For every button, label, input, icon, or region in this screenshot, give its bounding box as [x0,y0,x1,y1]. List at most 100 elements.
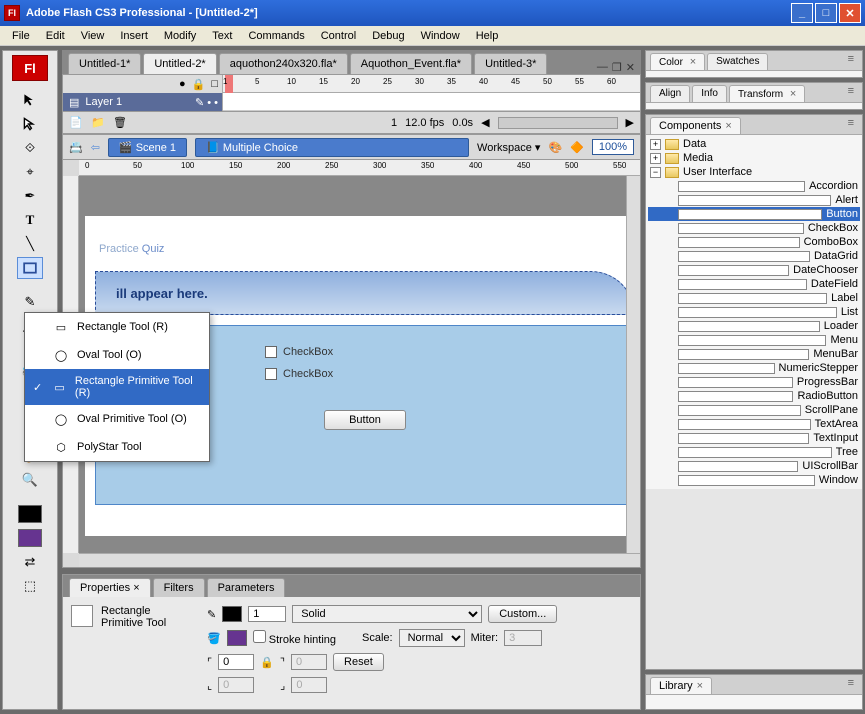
scene-select-icon[interactable]: 🎨 [548,141,562,154]
edit-icon[interactable]: 📇 [69,141,83,154]
component-item[interactable]: Menu [648,333,860,347]
lasso-tool[interactable]: ⌖ [17,161,43,183]
doc-tab[interactable]: Aquothon_Event.fla* [350,53,472,74]
panel-menu-icon[interactable]: ≡ [848,117,854,134]
close-tab-icon[interactable]: × [725,120,731,132]
panel-tab[interactable]: Align [650,85,690,102]
component-item[interactable]: Loader [648,319,860,333]
component-item[interactable]: MenuBar [648,347,860,361]
fill-color-well[interactable] [18,529,42,547]
stage-vscrollbar[interactable] [626,176,640,553]
frame-ruler[interactable]: 151015202530354045505560 [223,75,640,93]
minimize-button[interactable]: _ [791,3,813,23]
stroke-style-select[interactable]: Solid [292,605,482,623]
component-item[interactable]: ScrollPane [648,403,860,417]
stroke-swatch[interactable] [222,606,242,622]
component-item[interactable]: DateChooser [648,263,860,277]
props-tab-parameters[interactable]: Parameters [207,578,286,597]
new-layer-icon[interactable]: 📄 [69,116,83,130]
reset-button[interactable]: Reset [333,653,384,671]
menu-modify[interactable]: Modify [156,28,204,44]
zoom-tool[interactable]: 🔍 [17,469,43,491]
component-item[interactable]: Alert [648,193,860,207]
maximize-button[interactable]: □ [815,3,837,23]
flyout-item[interactable]: ⬡PolyStar Tool [25,433,209,461]
outline-icon[interactable]: □ [211,78,218,90]
miter-input[interactable] [504,630,542,646]
components-tab[interactable]: Components× [650,117,741,134]
menu-control[interactable]: Control [313,28,364,44]
panel-tab[interactable]: Swatches [707,53,768,70]
doc-tab[interactable]: aquothon240x320.fla* [219,53,348,74]
button-component[interactable]: Button [324,410,406,430]
expand-icon[interactable]: − [650,167,661,178]
menu-commands[interactable]: Commands [240,28,312,44]
tree-folder[interactable]: −User Interface [648,165,860,179]
component-item[interactable]: Label [648,291,860,305]
stroke-color-well[interactable] [18,505,42,523]
lock-icon[interactable]: 🔒 [192,78,206,91]
component-item[interactable]: Accordion [648,179,860,193]
panel-menu-icon[interactable]: ≡ [848,53,854,70]
flyout-item[interactable]: ◯Oval Tool (O) [25,341,209,369]
doc-tab[interactable]: Untitled-1* [68,53,141,74]
doc-tab[interactable]: Untitled-3* [474,53,547,74]
panel-tab[interactable]: Info [692,85,727,102]
menu-help[interactable]: Help [468,28,507,44]
flyout-item[interactable]: ✓▭Rectangle Primitive Tool (R) [25,369,209,405]
component-item[interactable]: NumericStepper [648,361,860,375]
zoom-dropdown[interactable]: 100% [592,139,634,155]
scroll-left-icon[interactable]: ◀ [481,116,489,129]
doc-minimize-icon[interactable]: — [597,61,608,74]
layer-row[interactable]: ▤ Layer 1 ✎ • • [63,93,222,111]
symbol-crumb[interactable]: 📘 Multiple Choice [195,138,469,157]
line-tool[interactable]: ╲ [17,233,43,255]
menu-edit[interactable]: Edit [38,28,73,44]
text-tool[interactable]: T [17,209,43,231]
panel-tab[interactable]: Transform × [729,85,805,102]
rectangle-tool[interactable] [17,257,43,279]
free-transform-tool[interactable]: ⟐ [17,137,43,159]
component-item[interactable]: CheckBox [648,221,860,235]
library-tab[interactable]: Library× [650,677,712,694]
custom-button[interactable]: Custom... [488,605,557,623]
tree-folder[interactable]: +Data [648,137,860,151]
component-item[interactable]: ComboBox [648,235,860,249]
scale-select[interactable]: Normal [399,629,465,647]
corner-tl-input[interactable] [218,654,254,670]
props-tab-filters[interactable]: Filters [153,578,205,597]
component-item[interactable]: UIScrollBar [648,459,860,473]
snap-toggle[interactable]: ⬚ [17,575,43,597]
component-item[interactable]: ProgressBar [648,375,860,389]
component-item[interactable]: DataGrid [648,249,860,263]
selection-tool[interactable] [17,89,43,111]
expand-icon[interactable]: + [650,139,661,150]
doc-close-icon[interactable]: ✕ [626,61,635,74]
checkbox-component[interactable]: CheckBox [265,368,465,380]
subselection-tool[interactable] [17,113,43,135]
stroke-width-input[interactable] [248,606,286,622]
menu-window[interactable]: Window [413,28,468,44]
new-folder-icon[interactable]: 📁 [91,116,105,130]
checkbox-component[interactable]: CheckBox [265,346,465,358]
symbol-select-icon[interactable]: 🔶 [570,141,584,154]
menu-view[interactable]: View [73,28,113,44]
component-item[interactable]: DateField [648,277,860,291]
component-item[interactable]: TextInput [648,431,860,445]
component-item[interactable]: RadioButton [648,389,860,403]
doc-tab[interactable]: Untitled-2* [143,53,216,74]
stage-hscrollbar[interactable] [79,553,640,567]
menu-text[interactable]: Text [204,28,240,44]
panel-menu-icon[interactable]: ≡ [848,85,854,102]
stroke-hinting-checkbox[interactable]: Stroke hinting [253,630,336,646]
component-item[interactable]: Button [648,207,860,221]
menu-debug[interactable]: Debug [364,28,412,44]
close-tab-icon[interactable]: × [697,680,703,692]
panel-menu-icon[interactable]: ≡ [848,677,854,694]
scroll-right-icon[interactable]: ▶ [626,116,634,129]
menu-file[interactable]: File [4,28,38,44]
visibility-icon[interactable]: ● [179,78,186,90]
flyout-item[interactable]: ◯Oval Primitive Tool (O) [25,405,209,433]
expand-icon[interactable]: + [650,153,661,164]
scene-crumb[interactable]: 🎬 Scene 1 [108,138,187,157]
